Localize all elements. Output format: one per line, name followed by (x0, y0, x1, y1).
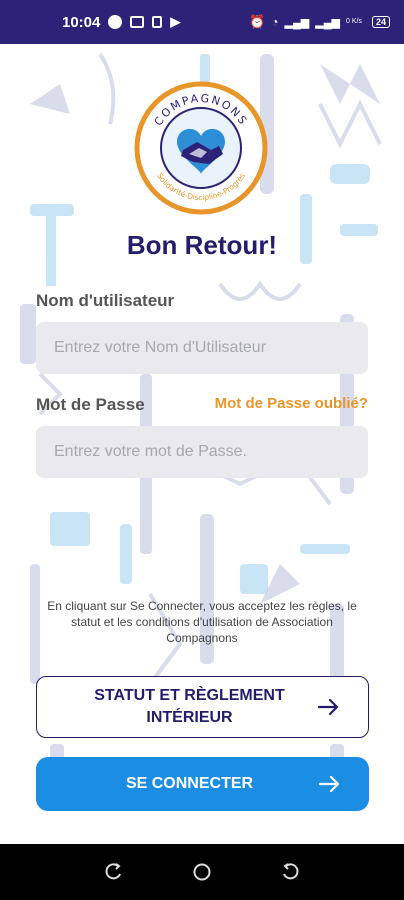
network-speed: 0 K/s (345, 18, 362, 25)
password-input[interactable]: Entrez votre mot de Passe. (36, 426, 368, 478)
password-label: Mot de Passe (36, 395, 145, 414)
forgot-password-link[interactable]: Mot de Passe oublié? (215, 395, 368, 412)
back-icon[interactable] (280, 862, 300, 882)
battery-indicator: 24 (371, 16, 390, 28)
system-nav-bar (0, 844, 404, 900)
terms-disclaimer: En cliquant sur Se Connecter, vous accep… (47, 599, 357, 645)
cast-icon (130, 16, 145, 28)
connect-button-label: SE CONNECTER (125, 775, 254, 792)
username-label: Nom d'utilisateur (36, 291, 175, 310)
home-icon[interactable] (192, 862, 212, 882)
username-input[interactable]: Entrez votre Nom d'Utilisateur (36, 322, 368, 374)
rules-button-label: STATUT ET RÈGLEMENT INTÉRIEUR (61, 685, 318, 729)
rules-button-line1: STATUT ET RÈGLEMENT (94, 687, 285, 704)
status-bar: 10:04 ▶ ⏰ ◔ ▂▄▆ ▂▄▆ 0 K/s 24 (0, 0, 404, 44)
app-notification-icon (108, 15, 123, 29)
rules-button-line2: INTÉRIEUR (146, 709, 233, 726)
arrow-right-icon (318, 699, 339, 715)
alarm-icon: ⏰ (249, 14, 266, 29)
signal-icon: ▂▄▆ (284, 16, 310, 29)
signal-icon-2: ▂▄▆ (315, 16, 340, 29)
recent-apps-icon[interactable] (104, 862, 124, 882)
status-time: 10:04 (62, 13, 101, 31)
rules-button[interactable]: STATUT ET RÈGLEMENT INTÉRIEUR (36, 676, 369, 738)
connect-button[interactable]: SE CONNECTER (36, 757, 369, 811)
play-icon: ▶ (170, 14, 181, 29)
login-screen: COMPAGNONS Solidarité-Discipline-Progrès… (0, 44, 404, 844)
page-title: Bon Retour! (126, 230, 278, 260)
compagnons-logo: COMPAGNONS Solidarité-Discipline-Progrès (134, 81, 268, 215)
wifi-icon: ◔ (271, 15, 279, 29)
arrow-right-icon (319, 776, 340, 792)
phone-icon (152, 16, 163, 28)
